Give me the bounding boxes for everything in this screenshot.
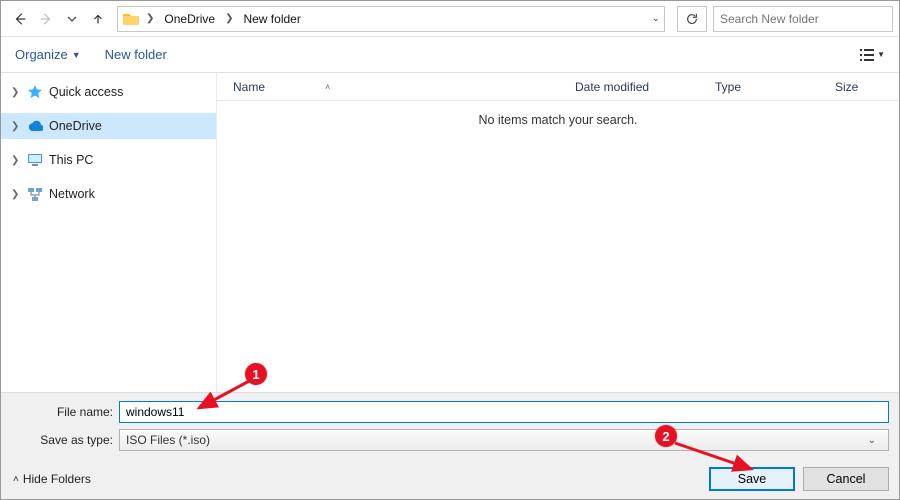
saveastype-label: Save as type: bbox=[1, 433, 119, 447]
tree-item-label: Quick access bbox=[49, 85, 123, 99]
expand-caret-icon[interactable]: ❯ bbox=[11, 121, 21, 132]
column-header-row: Name ˄ Date modified Type Size bbox=[217, 73, 899, 101]
column-size[interactable]: Size bbox=[819, 80, 899, 94]
annotation-arrow-1 bbox=[191, 376, 257, 414]
hide-folders-button[interactable]: ˄ Hide Folders bbox=[1, 472, 91, 486]
view-options-button[interactable]: ▼ bbox=[859, 48, 885, 62]
folder-icon bbox=[122, 10, 140, 28]
annotation-badge-2: 2 bbox=[655, 425, 677, 447]
expand-caret-icon[interactable]: ❯ bbox=[11, 189, 21, 200]
star-icon bbox=[27, 84, 43, 100]
footer: File name: Save as type: ISO Files (*.is… bbox=[1, 392, 899, 499]
organize-label: Organize bbox=[15, 47, 68, 62]
toolbar: Organize ▼ New folder ▼ bbox=[1, 37, 899, 73]
body: ❯ Quick access ❯ OneDrive ❯ Thi bbox=[1, 73, 899, 392]
tree-item-onedrive[interactable]: ❯ OneDrive bbox=[1, 113, 216, 139]
expand-caret-icon[interactable]: ❯ bbox=[11, 155, 21, 166]
tree-item-label: Network bbox=[49, 187, 95, 201]
nav-tree: ❯ Quick access ❯ OneDrive ❯ Thi bbox=[1, 73, 217, 392]
sort-caret-icon: ˄ bbox=[325, 82, 330, 92]
chevron-down-icon: ▼ bbox=[72, 50, 81, 60]
up-button[interactable] bbox=[85, 6, 111, 32]
empty-listing-message: No items match your search. bbox=[217, 101, 899, 127]
annotation-badge-1: 1 bbox=[245, 363, 267, 385]
chevron-down-icon: ▼ bbox=[877, 50, 885, 59]
tree-item-label: OneDrive bbox=[49, 119, 102, 133]
column-name[interactable]: Name ˄ bbox=[217, 80, 559, 94]
hide-folders-label: Hide Folders bbox=[23, 472, 91, 486]
cancel-button[interactable]: Cancel bbox=[803, 467, 889, 491]
chevron-down-icon: ⌄ bbox=[868, 435, 882, 446]
chevron-down-icon[interactable]: ⌄ bbox=[652, 13, 660, 24]
tree-item-this-pc[interactable]: ❯ This PC bbox=[1, 147, 216, 173]
tree-item-label: This PC bbox=[49, 153, 93, 167]
save-dialog: ❯ OneDrive ❯ New folder ⌄ Organize ▼ New… bbox=[0, 0, 900, 500]
expand-caret-icon[interactable]: ❯ bbox=[11, 87, 21, 98]
back-button[interactable] bbox=[7, 6, 33, 32]
column-type[interactable]: Type bbox=[699, 80, 819, 94]
filename-row: File name: bbox=[1, 401, 889, 423]
chevron-right-icon: ❯ bbox=[223, 13, 235, 24]
cloud-icon bbox=[27, 118, 43, 134]
chevron-right-icon: ❯ bbox=[144, 13, 156, 24]
address-bar[interactable]: ❯ OneDrive ❯ New folder ⌄ bbox=[117, 6, 665, 32]
tree-item-network[interactable]: ❯ Network bbox=[1, 181, 216, 207]
breadcrumb-item[interactable]: OneDrive bbox=[160, 10, 219, 28]
new-folder-button[interactable]: New folder bbox=[105, 47, 167, 62]
saveastype-combo[interactable]: ISO Files (*.iso) ⌄ bbox=[119, 429, 889, 451]
network-icon bbox=[27, 186, 43, 202]
filename-label: File name: bbox=[1, 405, 119, 419]
navbar: ❯ OneDrive ❯ New folder ⌄ bbox=[1, 1, 899, 37]
search-input[interactable] bbox=[714, 7, 892, 31]
monitor-icon bbox=[27, 152, 43, 168]
column-date[interactable]: Date modified bbox=[559, 80, 699, 94]
chevron-up-icon: ˄ bbox=[13, 474, 19, 485]
forward-button[interactable] bbox=[33, 6, 59, 32]
saveastype-value: ISO Files (*.iso) bbox=[126, 433, 210, 447]
refresh-button[interactable] bbox=[677, 6, 707, 32]
organize-button[interactable]: Organize ▼ bbox=[15, 47, 81, 62]
breadcrumb-item[interactable]: New folder bbox=[239, 10, 304, 28]
search-box[interactable] bbox=[713, 6, 893, 32]
tree-item-quick-access[interactable]: ❯ Quick access bbox=[1, 79, 216, 105]
file-listing: Name ˄ Date modified Type Size No items … bbox=[217, 73, 899, 392]
annotation-arrow-2 bbox=[671, 439, 759, 475]
recent-locations-button[interactable] bbox=[59, 6, 85, 32]
column-label: Name bbox=[233, 80, 265, 94]
